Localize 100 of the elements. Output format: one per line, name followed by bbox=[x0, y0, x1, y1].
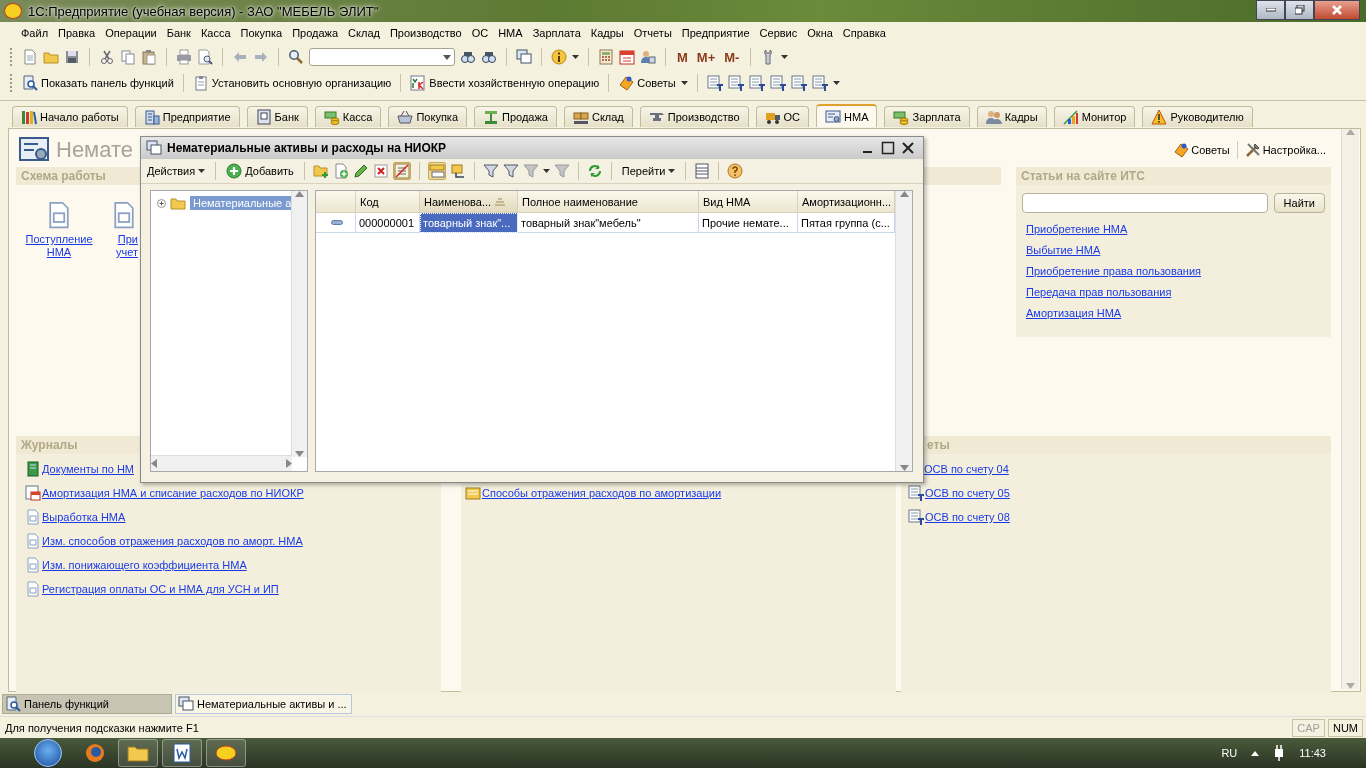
menu-item[interactable]: Банк bbox=[161, 27, 196, 39]
report-icon[interactable] bbox=[706, 75, 723, 91]
memory-button[interactable]: M+ bbox=[694, 49, 718, 65]
book-icon[interactable] bbox=[25, 461, 41, 477]
tab[interactable]: Монитор bbox=[1053, 106, 1136, 127]
caret-icon[interactable] bbox=[443, 54, 451, 60]
globe-icon[interactable] bbox=[85, 743, 105, 763]
caret-icon[interactable] bbox=[1251, 750, 1260, 756]
article-link[interactable]: Выбытие НМА bbox=[1026, 244, 1101, 256]
menu-item[interactable]: Файл bbox=[16, 27, 54, 39]
info-icon[interactable] bbox=[551, 49, 567, 65]
caret-icon[interactable] bbox=[198, 169, 206, 173]
edit-icon[interactable] bbox=[352, 163, 369, 179]
journal-link[interactable]: Изм. способов отражения расходов по аморт. НМА bbox=[42, 535, 303, 547]
tab[interactable]: Банк bbox=[246, 106, 308, 127]
crossed-list-icon[interactable] bbox=[393, 163, 410, 179]
settings-link[interactable]: Способы отражения расходов по амортизации bbox=[482, 487, 722, 499]
caret-icon[interactable] bbox=[572, 55, 579, 59]
maximize-button[interactable] bbox=[881, 141, 895, 155]
search-icon[interactable] bbox=[288, 49, 304, 65]
document-icon[interactable] bbox=[173, 743, 191, 763]
calendar-icon[interactable] bbox=[25, 485, 41, 501]
language-indicator[interactable]: RU bbox=[1221, 747, 1238, 759]
tab[interactable]: Касса bbox=[314, 106, 382, 127]
report-icon[interactable] bbox=[790, 75, 807, 91]
calculator-icon[interactable] bbox=[598, 49, 614, 65]
report-link[interactable]: ОСВ по счету 05 bbox=[925, 487, 1010, 499]
tab[interactable]: Покупка bbox=[388, 106, 468, 127]
article-link[interactable]: Приобретение НМА bbox=[1026, 223, 1128, 235]
expand-icon[interactable] bbox=[157, 198, 166, 208]
journal-link[interactable]: Амортизация НМА и списание расходов по НИОКР bbox=[42, 487, 304, 499]
plug-icon[interactable] bbox=[1273, 745, 1286, 761]
refresh-icon[interactable] bbox=[586, 163, 603, 179]
arrow-up-icon[interactable] bbox=[295, 191, 304, 197]
panel-action[interactable]: Советы bbox=[1191, 144, 1230, 156]
report-icon[interactable] bbox=[908, 509, 924, 525]
new-document-icon[interactable] bbox=[22, 49, 38, 65]
tab[interactable]: Кадры bbox=[976, 106, 1047, 127]
arrow-right-icon[interactable] bbox=[286, 459, 292, 468]
menu-item[interactable]: Склад bbox=[343, 27, 385, 39]
report-link[interactable]: ОСВ по счету 04 bbox=[924, 463, 1009, 475]
close-button[interactable] bbox=[901, 141, 915, 155]
report-icon[interactable] bbox=[811, 75, 828, 91]
scrollbar[interactable] bbox=[151, 455, 292, 471]
filter-icon[interactable] bbox=[502, 163, 519, 179]
binoculars-icon[interactable] bbox=[460, 49, 476, 65]
scrollbar[interactable] bbox=[291, 191, 307, 457]
close-button[interactable] bbox=[1314, 0, 1360, 20]
goto-menu[interactable]: Перейти bbox=[619, 165, 678, 177]
journal-link[interactable]: Выработка НМА bbox=[42, 511, 126, 523]
column-header[interactable]: Наименова... bbox=[420, 191, 518, 213]
caret-icon[interactable] bbox=[781, 55, 789, 59]
report-icon[interactable] bbox=[748, 75, 765, 91]
menu-item[interactable]: Правка bbox=[53, 27, 101, 39]
menu-item[interactable]: Производство bbox=[384, 27, 467, 39]
arrow-left-icon[interactable] bbox=[151, 459, 157, 468]
copy-icon[interactable] bbox=[120, 49, 136, 65]
tree-icon[interactable] bbox=[449, 163, 466, 179]
help-icon[interactable] bbox=[727, 163, 744, 179]
column-header[interactable]: Полное наименование bbox=[518, 191, 699, 213]
arrow-down-icon[interactable] bbox=[899, 465, 909, 471]
menu-item[interactable]: НМА bbox=[493, 27, 528, 39]
tools-icon[interactable] bbox=[1244, 142, 1261, 158]
report-icon[interactable] bbox=[908, 485, 924, 501]
toolbar-button[interactable]: Установить основную организацию bbox=[211, 77, 392, 89]
search-document-icon[interactable] bbox=[22, 75, 38, 91]
column-header[interactable]: Код bbox=[356, 191, 420, 213]
menu-item[interactable]: Продажа bbox=[287, 27, 344, 39]
tab[interactable]: НМА bbox=[816, 104, 878, 127]
tab[interactable]: ОС bbox=[755, 106, 810, 127]
hierarchy-icon[interactable] bbox=[428, 163, 445, 179]
list-icon[interactable] bbox=[694, 163, 711, 179]
users-icon[interactable] bbox=[640, 49, 656, 65]
tab[interactable]: Производство bbox=[639, 106, 749, 127]
tab[interactable]: Продажа bbox=[474, 106, 557, 127]
menu-item[interactable]: Кадры bbox=[585, 27, 629, 39]
menu-item[interactable]: ОС bbox=[466, 27, 494, 39]
search-field[interactable] bbox=[309, 48, 455, 66]
actions-menu[interactable]: Действия bbox=[145, 165, 208, 177]
menu-item[interactable]: Сервис bbox=[754, 27, 803, 39]
article-link[interactable]: Амортизация НМА bbox=[1026, 307, 1122, 319]
menu-item[interactable]: Зарплата bbox=[527, 27, 586, 39]
cut-icon[interactable] bbox=[99, 49, 115, 65]
restore-button[interactable] bbox=[1285, 0, 1314, 20]
toolbar-button[interactable]: Советы bbox=[637, 77, 676, 89]
report-icon[interactable] bbox=[727, 75, 744, 91]
folder-icon[interactable] bbox=[127, 744, 149, 762]
scrollbar[interactable] bbox=[895, 191, 912, 471]
menu-item[interactable]: Отчеты bbox=[628, 27, 677, 39]
menu-item[interactable]: Предприятие bbox=[676, 27, 755, 39]
tab[interactable]: Начало работы bbox=[12, 106, 128, 127]
article-link[interactable]: Передача прав пользования bbox=[1026, 286, 1172, 298]
windows-icon[interactable] bbox=[516, 49, 532, 65]
document-icon[interactable] bbox=[410, 75, 427, 91]
tab[interactable]: Руководителю bbox=[1142, 106, 1253, 127]
scheme-link[interactable]: Поступление НМА bbox=[24, 233, 94, 259]
caret-icon[interactable] bbox=[668, 169, 676, 173]
clipboard-icon[interactable] bbox=[192, 75, 209, 91]
memory-button[interactable]: M- bbox=[722, 49, 742, 65]
menu-item[interactable]: Окна bbox=[802, 27, 838, 39]
